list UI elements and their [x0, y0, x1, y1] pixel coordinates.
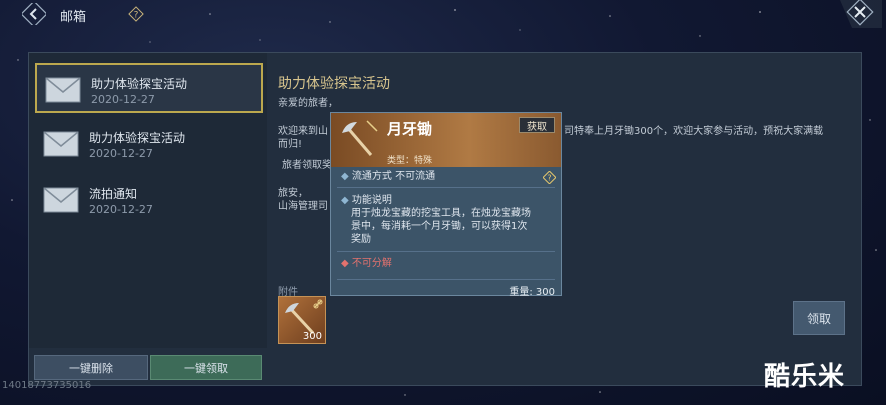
mail-item-selected[interactable]: 助力体验探宝活动 2020-12-27 — [35, 63, 263, 113]
mail-list: 助力体验探宝活动 2020-12-27 助力体验探宝活动 2020-12-27 … — [29, 53, 267, 348]
back-button[interactable] — [20, 0, 48, 28]
back-arrow-icon — [20, 0, 48, 28]
mail-title: 助力体验探宝活动 — [91, 77, 188, 91]
get-item-button[interactable]: 获取 — [519, 117, 555, 133]
item-tooltip-popup: 月牙锄 类型：特殊 获取 ◆ 流通方式 不可流通 ? ◆ 功能说明 用于烛龙宝藏… — [330, 112, 562, 298]
help-icon[interactable]: ? — [543, 171, 556, 184]
body-text-end: 司特奉上月牙锄300个，欢迎大家参与活动，预祝大家满载 — [564, 126, 824, 137]
page-title: 邮箱 — [60, 10, 87, 25]
svg-text:?: ? — [547, 174, 551, 183]
claim-all-button[interactable]: 一键领取 — [150, 355, 262, 380]
mail-date: 2020-12-27 — [91, 93, 155, 106]
body-text-line3: 旅者领取奖 — [282, 160, 332, 171]
help-icon: ? — [128, 6, 144, 22]
sign-name: 山海管理司 — [278, 201, 328, 212]
close-button[interactable] — [838, 0, 882, 28]
no-split-row: ◆ 不可分解 — [341, 258, 392, 269]
circulation-row: ◆ 流通方式 不可流通 — [341, 171, 436, 182]
mail-item[interactable]: 流拍通知 2020-12-27 — [35, 175, 263, 225]
function-line3: 奖励 — [351, 234, 371, 245]
attachment-count: 300 — [302, 331, 322, 342]
delete-all-button[interactable]: 一键删除 — [34, 355, 148, 380]
item-header: 月牙锄 类型：特殊 获取 — [331, 113, 561, 167]
divider — [337, 187, 555, 188]
svg-text:?: ? — [134, 11, 139, 21]
user-id: 14018773735016 — [2, 380, 92, 391]
function-title: 功能说明 — [351, 195, 392, 206]
sign-greeting: 旅安， — [278, 188, 308, 199]
mail-content-title: 助力体验探宝活动 — [278, 76, 390, 92]
circulation-text: 流通方式 不可流通 — [351, 171, 436, 182]
mail-date: 2020-12-27 — [89, 147, 153, 160]
hoe-icon — [342, 120, 378, 156]
mail-date: 2020-12-27 — [89, 203, 153, 216]
attachment-item[interactable]: 300 — [278, 296, 326, 344]
link-icon — [313, 299, 323, 309]
envelope-icon — [43, 187, 79, 213]
divider — [337, 279, 555, 280]
watermark-text: 酷乐米 — [764, 362, 846, 392]
mail-title: 流拍通知 — [89, 187, 138, 201]
envelope-icon — [45, 77, 81, 103]
claim-button[interactable]: 领取 — [793, 301, 845, 335]
no-split-text: 不可分解 — [351, 258, 392, 269]
mail-title: 助力体验探宝活动 — [89, 131, 186, 145]
item-name: 月牙锄 — [387, 120, 433, 138]
top-bar: 邮箱 ? — [0, 0, 886, 30]
mail-item[interactable]: 助力体验探宝活动 2020-12-27 — [35, 119, 263, 169]
bottom-bar: 一键删除 一键领取 — [28, 352, 860, 382]
function-line1: 用于烛龙宝藏的挖宝工具，在烛龙宝藏场 — [351, 208, 531, 219]
greeting-text: 亲爱的旅者， — [278, 98, 338, 109]
function-title-row: ◆ 功能说明 — [341, 195, 392, 206]
item-type: 类型：特殊 — [387, 156, 433, 166]
item-weight: 重量: 300 — [509, 287, 555, 298]
close-icon — [840, 0, 882, 28]
divider — [337, 251, 555, 252]
function-line2: 景中，每消耗一个月牙锄，可以获得1次 — [351, 221, 528, 232]
body-text-start: 欢迎来到山 — [278, 126, 328, 137]
envelope-icon — [43, 131, 79, 157]
help-button[interactable]: ? — [128, 6, 144, 22]
body-text-line2: 而归! — [278, 139, 303, 150]
